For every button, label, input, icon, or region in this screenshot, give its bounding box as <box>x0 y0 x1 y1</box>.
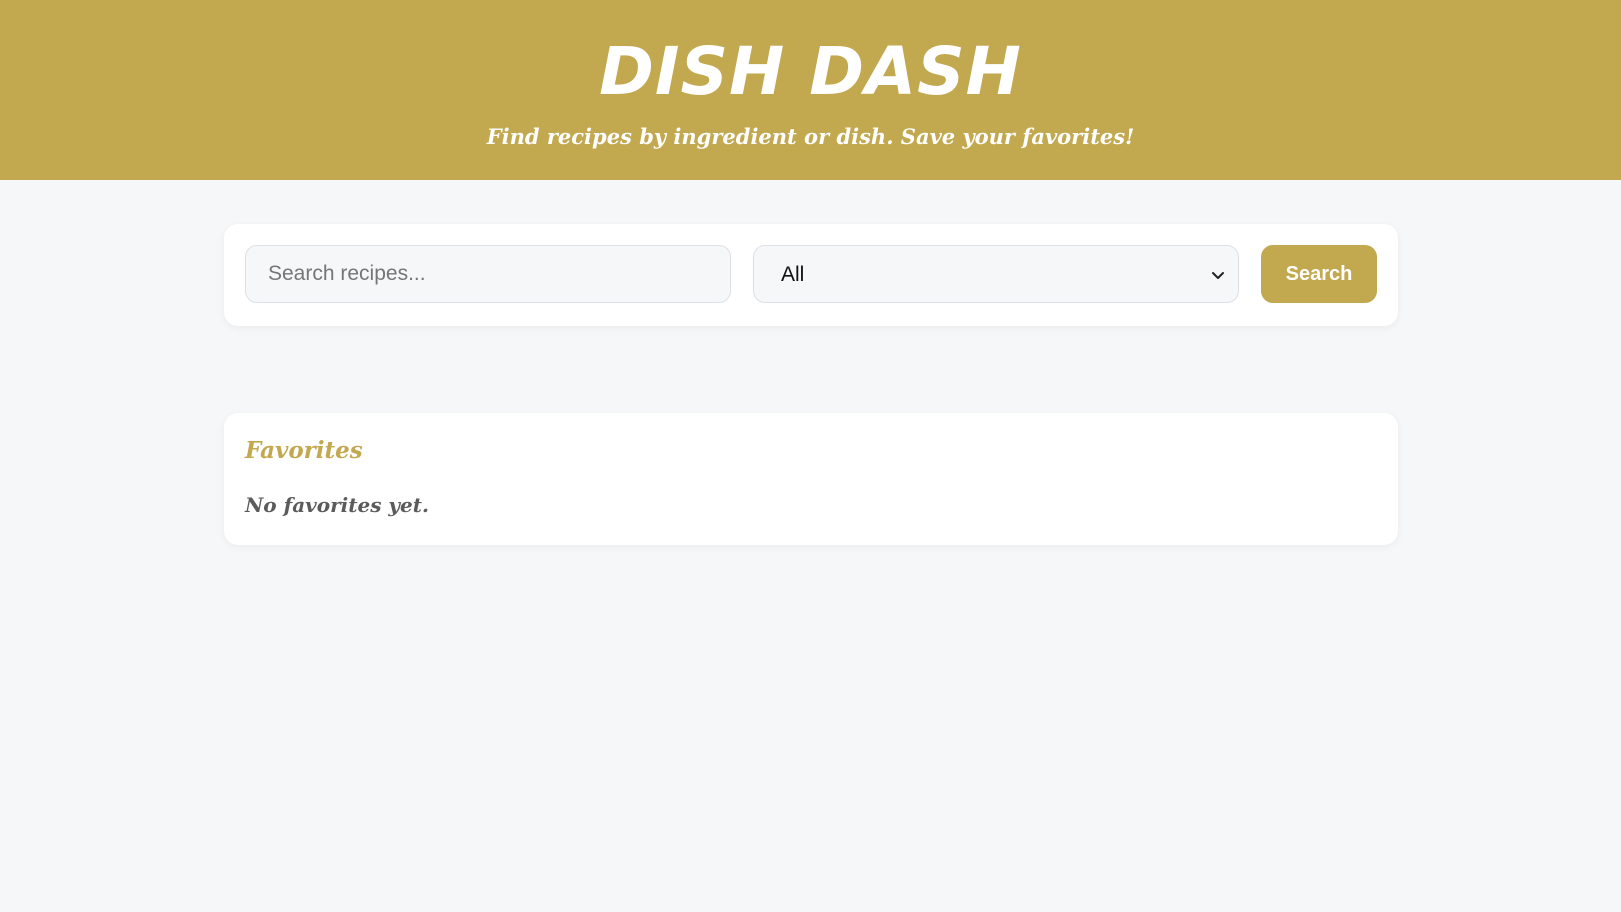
favorites-panel: Favorites No favorites yet. <box>224 413 1398 545</box>
category-select[interactable]: All <box>753 245 1239 303</box>
page-subtitle: Find recipes by ingredient or dish. Save… <box>486 124 1135 149</box>
chevron-down-icon <box>1212 272 1224 279</box>
search-input[interactable] <box>245 245 731 303</box>
favorites-empty-message: No favorites yet. <box>245 493 429 517</box>
page-title: DISH DASH <box>599 33 1022 110</box>
search-button[interactable]: Search <box>1261 245 1377 303</box>
favorites-heading: Favorites <box>245 437 363 464</box>
category-select-value: All <box>781 263 805 286</box>
site-header: DISH DASH Find recipes by ingredient or … <box>0 0 1621 180</box>
search-panel: All Search <box>224 224 1398 326</box>
